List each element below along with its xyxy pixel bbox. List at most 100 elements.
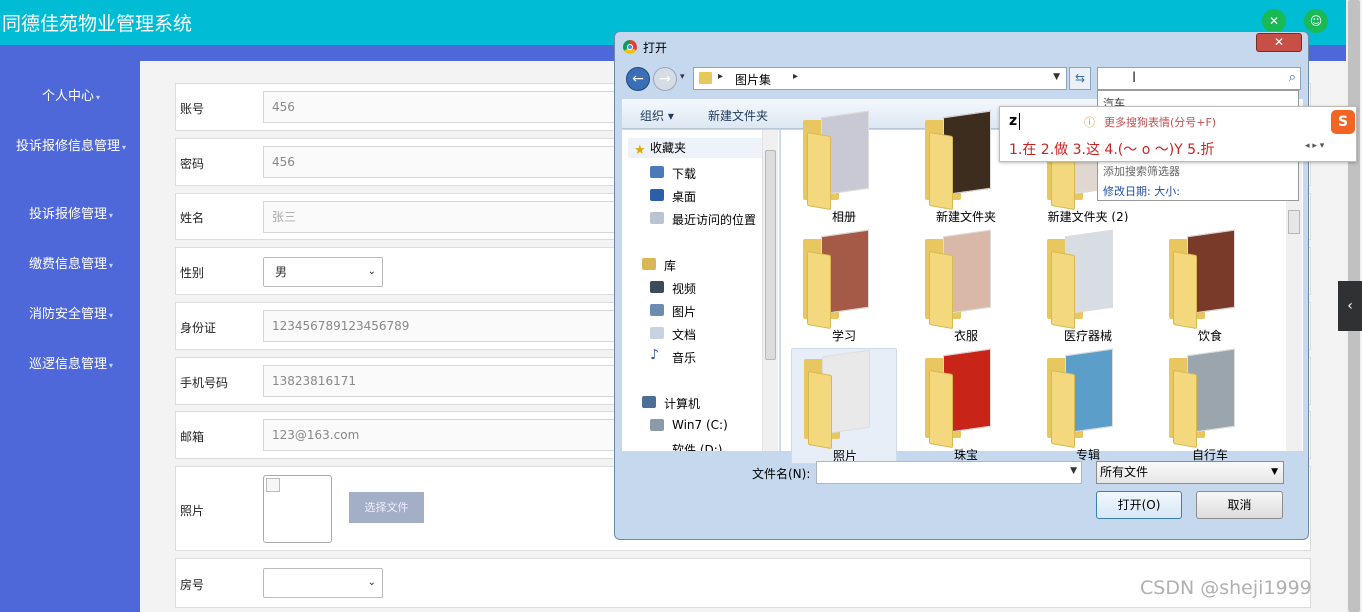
tree-downloads[interactable]: 下载 bbox=[650, 165, 696, 182]
tree-library[interactable]: 库 bbox=[642, 257, 677, 274]
sidebar-item-label: 巡逻信息管理 bbox=[28, 357, 107, 372]
file-list-scrollbar-thumb[interactable] bbox=[1288, 210, 1300, 234]
sidebar-item-personal-center[interactable]: 个人中心 ▾ bbox=[12, 88, 130, 107]
sidebar-item-fire-safety[interactable]: 消防安全管理 ▾ bbox=[12, 306, 130, 325]
tree-pictures[interactable]: 图片 bbox=[650, 303, 696, 320]
documents-icon bbox=[650, 327, 664, 339]
ime-candidates[interactable]: 1.在 2.做 3.这 4.(～ o ～)Y 5.折 bbox=[1009, 139, 1215, 159]
breadcrumb-separator-icon[interactable]: ▸ bbox=[718, 71, 723, 82]
sidebar-item-label: 个人中心 bbox=[41, 89, 94, 104]
folder-item[interactable]: 专辑 bbox=[1035, 348, 1141, 464]
forward-button[interactable]: → bbox=[653, 67, 677, 91]
tree-favorites[interactable]: ★ 收藏夹 bbox=[628, 138, 762, 158]
filetype-value: 所有文件 bbox=[1100, 465, 1149, 479]
add-filter-label: 添加搜索筛选器 bbox=[1103, 165, 1180, 178]
folder-front bbox=[807, 131, 831, 211]
new-folder-button[interactable]: 新建文件夹 bbox=[708, 107, 768, 124]
sidebar-item-label: 缴费信息管理 bbox=[28, 257, 107, 272]
tree-video[interactable]: 视频 bbox=[650, 280, 696, 297]
folder-item[interactable]: 医疗器械 bbox=[1035, 229, 1141, 345]
folder-item[interactable]: 相册 bbox=[791, 110, 897, 222]
collapse-tab[interactable]: ‹ bbox=[1338, 281, 1362, 331]
filetype-select[interactable]: 所有文件 ▼ bbox=[1096, 461, 1284, 484]
ime-pager[interactable]: ◂ ▸ ▾ bbox=[1305, 141, 1324, 151]
tree-computer[interactable]: 计算机 bbox=[642, 395, 700, 412]
address-bar[interactable]: ▸ 图片集 ▸ ▼ bbox=[693, 67, 1067, 90]
account-label: 账号 bbox=[180, 102, 205, 116]
folder-item[interactable]: 衣服 bbox=[913, 229, 1019, 345]
folder-item[interactable]: 照片 bbox=[791, 348, 897, 464]
history-dropdown-icon[interactable]: ▾ bbox=[680, 72, 685, 82]
gender-select[interactable]: 男 ⌄ bbox=[263, 257, 383, 287]
text-cursor-icon: I bbox=[1132, 70, 1137, 86]
folder-front bbox=[808, 370, 832, 450]
folder-item[interactable]: 学习 bbox=[791, 229, 897, 345]
password-label: 密码 bbox=[180, 157, 205, 171]
tree-label: 收藏夹 bbox=[650, 141, 687, 155]
folder-front bbox=[807, 250, 831, 330]
breadcrumb-path[interactable]: 图片集 bbox=[735, 71, 771, 88]
cancel-button[interactable]: 取消 bbox=[1196, 491, 1283, 519]
folder-name: 新建文件夹 (2) bbox=[1047, 210, 1129, 222]
folder-front bbox=[929, 369, 953, 449]
folder-name: 饮食 bbox=[1197, 329, 1222, 343]
search-filters[interactable]: 修改日期: 大小: bbox=[1103, 183, 1180, 199]
address-dropdown-icon[interactable]: ▼ bbox=[1053, 72, 1060, 82]
folder-icon bbox=[803, 110, 881, 211]
folder-icon bbox=[804, 349, 882, 450]
search-icon[interactable]: ⌕ bbox=[1289, 70, 1296, 85]
app-title: 同德佳苑物业管理系统 bbox=[2, 13, 193, 35]
folder-item[interactable]: 珠宝 bbox=[913, 348, 1019, 464]
filename-input[interactable]: ▼ bbox=[816, 461, 1082, 484]
chevron-down-icon: ▾ bbox=[109, 361, 114, 370]
tree-drive-d[interactable]: 软件 (D:) bbox=[672, 441, 722, 451]
tree-recent[interactable]: 最近访问的位置 bbox=[650, 211, 757, 228]
tree-music[interactable]: ♪ 音乐 bbox=[650, 347, 696, 366]
tree-drive-c[interactable]: Win7 (C:) bbox=[650, 418, 728, 432]
gender-value: 男 bbox=[275, 265, 288, 279]
star-icon: ★ bbox=[634, 143, 646, 158]
music-icon: ♪ bbox=[650, 347, 659, 363]
ime-typed-text: z bbox=[1009, 113, 1018, 129]
back-button[interactable]: ← bbox=[626, 67, 650, 91]
folder-icon bbox=[925, 348, 1003, 449]
choose-file-button[interactable]: 选择文件 bbox=[349, 492, 424, 523]
search-input[interactable]: I ⌕ bbox=[1097, 67, 1301, 90]
sidebar-item-label: 投诉报修管理 bbox=[28, 207, 107, 222]
navigation-scrollbar-thumb[interactable] bbox=[765, 150, 776, 360]
sidebar-item-complaint[interactable]: 投诉报修管理 ▾ bbox=[12, 206, 130, 225]
chevron-down-icon: ▼ bbox=[1271, 467, 1278, 477]
sidebar-item-payment[interactable]: 缴费信息管理 ▾ bbox=[12, 256, 130, 275]
open-button[interactable]: 打开(O) bbox=[1096, 491, 1182, 519]
tree-documents[interactable]: 文档 bbox=[650, 326, 697, 343]
navigation-scrollbar[interactable] bbox=[762, 130, 778, 451]
room-select[interactable]: ⌄ bbox=[263, 568, 383, 598]
chevron-down-icon: ▾ bbox=[109, 311, 114, 320]
close-button[interactable]: ✕ bbox=[1256, 33, 1302, 52]
chevron-down-icon: ▾ bbox=[109, 261, 114, 270]
user-icon[interactable]: ☺ bbox=[1304, 9, 1328, 33]
breadcrumb-separator-icon[interactable]: ▸ bbox=[793, 71, 798, 82]
organize-button[interactable]: 组织 ▾ bbox=[640, 107, 674, 124]
tree-label: 最近访问的位置 bbox=[672, 213, 757, 227]
sidebar: 个人中心 ▾ 投诉报修信息管理 ▾ 投诉报修管理 ▾ 缴费信息管理 ▾ 消防安全管理 ▾ … bbox=[0, 61, 140, 612]
refresh-icon[interactable]: ⇆ bbox=[1069, 67, 1091, 90]
tree-desktop[interactable]: 桌面 bbox=[650, 188, 696, 205]
video-icon bbox=[650, 281, 664, 293]
folder-item[interactable]: 自行车 bbox=[1157, 348, 1263, 464]
folder-icon bbox=[925, 110, 1003, 211]
expand-icon[interactable]: ✕ bbox=[1262, 9, 1286, 33]
folder-front bbox=[1051, 250, 1075, 330]
ime-more-emoticons[interactable]: 更多搜狗表情(分号+F) bbox=[1104, 114, 1216, 130]
tree-label: 库 bbox=[664, 259, 677, 273]
chevron-down-icon[interactable]: ▼ bbox=[1070, 466, 1077, 476]
sidebar-item-complaint-info[interactable]: 投诉报修信息管理 ▾ bbox=[10, 138, 132, 157]
folder-item[interactable]: 饮食 bbox=[1157, 229, 1263, 345]
folder-name: 新建文件夹 bbox=[935, 210, 996, 222]
sidebar-item-patrol[interactable]: 巡逻信息管理 ▾ bbox=[12, 356, 130, 375]
tree-label: 文档 bbox=[672, 328, 697, 342]
folder-icon bbox=[803, 229, 881, 330]
navigation-pane: ★ 收藏夹 下载 桌面 最近访问的位置 库 视频 图片 文档 ♪ 音乐 计算机 Wi… bbox=[622, 130, 780, 451]
tree-label: Win7 (C:) bbox=[672, 418, 728, 432]
folder-icon bbox=[1047, 348, 1125, 449]
